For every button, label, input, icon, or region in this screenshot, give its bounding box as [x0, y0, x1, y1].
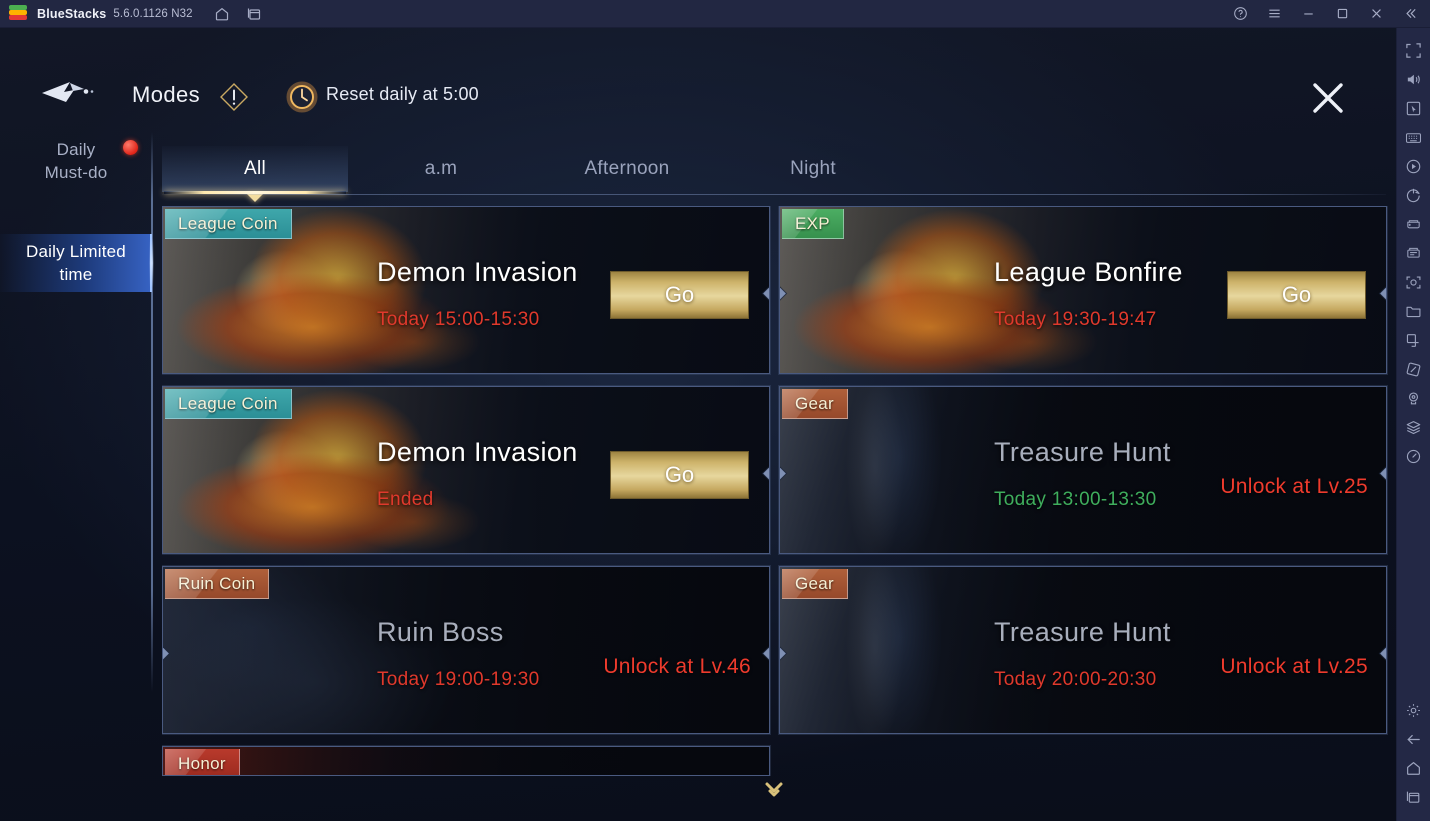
- unlock-requirement-label: Unlock at Lv.25: [1220, 655, 1368, 678]
- screenshot-icon[interactable]: [1400, 268, 1428, 296]
- reward-badge: Ruin Coin: [165, 569, 270, 599]
- card-title: Ruin Boss: [377, 617, 504, 647]
- activity-card[interactable]: Gear Treasure Hunt Today 13:00-13:30 Unl…: [779, 386, 1387, 554]
- reset-daily-label: Reset daily at 5:00: [326, 84, 479, 104]
- notification-dot-badge: [123, 140, 138, 155]
- tab-label: Night: [790, 158, 836, 179]
- tab-label: All: [243, 158, 266, 179]
- card-time: Today 19:30-19:47: [994, 309, 1157, 330]
- tab-night[interactable]: Night: [720, 146, 906, 192]
- home-icon[interactable]: [1400, 754, 1428, 782]
- bluestacks-window: BlueStacks 5.6.0.1126 N32 Modes Reset da…: [0, 0, 1430, 821]
- close-modes-button[interactable]: [1308, 78, 1348, 118]
- collapse-icon[interactable]: [1398, 2, 1422, 26]
- card-overlay: [780, 567, 1386, 733]
- tab-afternoon[interactable]: Afternoon: [534, 146, 720, 192]
- scroll-down-indicator[interactable]: [762, 780, 786, 800]
- info-diamond-icon[interactable]: [218, 81, 250, 113]
- tab-label: Afternoon: [584, 158, 670, 179]
- activity-card-grid: League Coin Demon Invasion Today 15:00-1…: [162, 206, 1388, 776]
- sidebar-item-daily-limited-time[interactable]: Daily Limited time: [0, 234, 152, 292]
- location-icon[interactable]: [1400, 384, 1428, 412]
- card-title: Treasure Hunt: [994, 617, 1171, 647]
- keyboard-icon[interactable]: [1400, 123, 1428, 151]
- tab-am[interactable]: a.m: [348, 146, 534, 192]
- app-version: 5.6.0.1126 N32: [113, 7, 193, 20]
- activity-card[interactable]: Honor: [162, 746, 770, 776]
- back-icon[interactable]: [1400, 725, 1428, 753]
- fullscreen-icon[interactable]: [1400, 36, 1428, 64]
- minimize-icon[interactable]: [1296, 2, 1320, 26]
- tab-bar: All a.m Afternoon Night: [162, 146, 1386, 202]
- go-button[interactable]: Go: [610, 451, 749, 499]
- sidebar-item-daily-must-do[interactable]: Daily Must-do: [0, 132, 152, 190]
- menu-icon[interactable]: [1262, 2, 1286, 26]
- sidebar-item-label: Daily Limited time: [26, 242, 126, 284]
- sidebar: Daily Must-do Daily Limited time: [0, 132, 160, 692]
- activity-card[interactable]: Gear Treasure Hunt Today 20:00-20:30 Unl…: [779, 566, 1387, 734]
- gear-icon[interactable]: [1400, 696, 1428, 724]
- home-icon[interactable]: [209, 1, 235, 27]
- unlock-requirement-label: Unlock at Lv.46: [603, 655, 751, 678]
- card-overlay: [780, 387, 1386, 553]
- tab-all[interactable]: All: [162, 146, 348, 202]
- card-title: Treasure Hunt: [994, 437, 1171, 467]
- bluestacks-toolbar: [1396, 28, 1430, 821]
- page-title: Modes: [132, 82, 201, 107]
- tab-caret-icon: [247, 194, 263, 202]
- help-icon[interactable]: [1228, 2, 1252, 26]
- tab-divider: [162, 194, 1386, 195]
- activity-card[interactable]: League Coin Demon Invasion Ended Go: [162, 386, 770, 554]
- reward-badge: Gear: [782, 389, 848, 419]
- card-time: Today 15:00-15:30: [377, 309, 540, 330]
- go-button[interactable]: Go: [610, 271, 749, 319]
- titlebar: BlueStacks 5.6.0.1126 N32: [0, 0, 1430, 28]
- activity-card[interactable]: Ruin Coin Ruin Boss Today 19:00-19:30 Un…: [162, 566, 770, 734]
- tab-label: a.m: [424, 158, 458, 179]
- gamepad-icon[interactable]: [1400, 210, 1428, 238]
- reward-badge: League Coin: [165, 389, 292, 419]
- copy-icon[interactable]: [1400, 326, 1428, 354]
- maximize-icon[interactable]: [1330, 2, 1354, 26]
- folder-icon[interactable]: [1400, 297, 1428, 325]
- back-arrow-icon[interactable]: [40, 78, 96, 106]
- unlock-requirement-label: Unlock at Lv.25: [1220, 475, 1368, 498]
- layers-icon[interactable]: [1400, 413, 1428, 441]
- modes-header: Modes Reset daily at 5:00: [0, 28, 1396, 113]
- app-name: BlueStacks: [37, 6, 107, 21]
- multi-window-icon[interactable]: [241, 1, 267, 27]
- bluestacks-logo-icon: [9, 4, 27, 23]
- multi-instance-icon[interactable]: [1400, 239, 1428, 267]
- card-time: Ended: [377, 489, 434, 510]
- reward-badge: EXP: [782, 209, 844, 239]
- play-icon[interactable]: [1400, 152, 1428, 180]
- sidebar-rail: [151, 132, 153, 692]
- card-overlay: [163, 747, 769, 775]
- rotate-icon[interactable]: [1400, 181, 1428, 209]
- pointer-icon[interactable]: [1400, 94, 1428, 122]
- close-icon[interactable]: [1364, 2, 1388, 26]
- card-time: Today 20:00-20:30: [994, 669, 1157, 690]
- go-button[interactable]: Go: [1227, 271, 1366, 319]
- activity-card[interactable]: EXP League Bonfire Today 19:30-19:47 Go: [779, 206, 1387, 374]
- volume-icon[interactable]: [1400, 65, 1428, 93]
- gauge-icon[interactable]: [1400, 442, 1428, 470]
- sidebar-item-label: Daily Must-do: [44, 140, 108, 182]
- reward-badge: Honor: [165, 749, 240, 775]
- reward-badge: Gear: [782, 569, 848, 599]
- clock-icon: [286, 81, 318, 113]
- activity-card[interactable]: League Coin Demon Invasion Today 15:00-1…: [162, 206, 770, 374]
- tilt-icon[interactable]: [1400, 355, 1428, 383]
- recents-icon[interactable]: [1400, 783, 1428, 811]
- game-viewport: Modes Reset daily at 5:00 Daily Must-do …: [0, 28, 1396, 821]
- card-time: Today 19:00-19:30: [377, 669, 540, 690]
- reward-badge: League Coin: [165, 209, 292, 239]
- card-time: Today 13:00-13:30: [994, 489, 1157, 510]
